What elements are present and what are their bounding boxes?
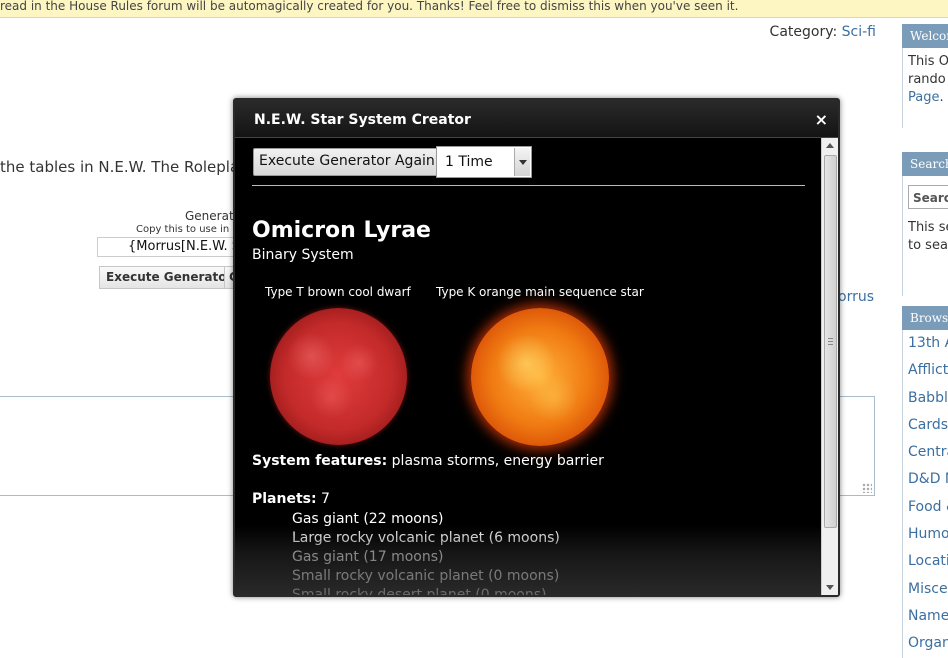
search-body: Search This se to sear [902, 176, 948, 296]
notice-text: read in the House Rules forum will be au… [0, 0, 739, 13]
times-select[interactable]: 1 Time [436, 146, 532, 178]
list-item: Large rocky volcanic planet (6 moons) [292, 530, 560, 546]
browse-item[interactable]: Miscella [908, 576, 948, 603]
browse-item[interactable]: Cards & [908, 412, 948, 439]
dialog-title: N.E.W. Star System Creator [254, 112, 471, 128]
execute-again-button[interactable]: Execute Generator Again [253, 148, 441, 176]
star-system-dialog: N.E.W. Star System Creator × Execute Gen… [233, 98, 840, 597]
star-label: Type T brown cool dwarf [265, 285, 411, 299]
chevron-down-icon[interactable] [514, 148, 530, 176]
generator-label: Generat [185, 209, 234, 223]
resize-grip-icon[interactable] [862, 483, 872, 493]
generator-code-input[interactable]: {Morrus[N.E.W. S [97, 237, 237, 257]
planets-label: Planets: [252, 491, 317, 507]
category-line: Category: Sci-fi [770, 24, 876, 40]
orange-star-image [471, 308, 609, 446]
browse-item[interactable]: Names [908, 603, 948, 630]
planets-heading: Planets: 7 [252, 491, 330, 507]
browse-item[interactable]: Babble [908, 385, 948, 412]
star-label: Type K orange main sequence star [436, 285, 644, 299]
search-heading: Search [902, 152, 948, 176]
planets-count: 7 [321, 491, 330, 507]
welcome-heading: Welcom [902, 24, 948, 48]
copy-label: Copy this to use in a [136, 224, 239, 235]
dismissable-notice[interactable]: read in the House Rules forum will be au… [0, 0, 948, 18]
category-label: Category: [769, 24, 838, 40]
browse-item[interactable]: Organi [908, 630, 948, 657]
welcome-body: This O rando Page. [902, 48, 948, 128]
planet-list: Gas giant (22 moons) Large rocky volcani… [292, 510, 560, 595]
list-item: Small rocky desert planet (0 moons) [292, 587, 547, 595]
system-name: Omicron Lyrae [252, 218, 431, 243]
intro-text: the tables in N.E.W. The Rolepla [0, 158, 240, 176]
list-item: Gas giant (22 moons) [292, 511, 444, 527]
divider [252, 185, 805, 186]
brown-dwarf-star-image [270, 308, 407, 445]
features-value: plasma storms, energy barrier [391, 453, 604, 469]
browse-item[interactable]: D&D N [908, 466, 948, 493]
browse-item[interactable]: Afflictio [908, 357, 948, 384]
browse-list: 13th A Afflictio Babble Cards & Centra D… [902, 330, 948, 658]
sidebar: Welcom This O rando Page. Search Search … [902, 24, 948, 658]
scroll-thumb[interactable] [824, 155, 837, 528]
browse-item[interactable]: Food & [908, 494, 948, 521]
system-features: System features: plasma storms, energy b… [252, 453, 604, 469]
times-selected-value: 1 Time [445, 154, 493, 170]
list-item: Gas giant (17 moons) [292, 549, 444, 565]
system-type: Binary System [252, 247, 354, 263]
execute-generator-button[interactable]: Execute Generator [99, 266, 240, 289]
dialog-scrollbar[interactable] [821, 138, 838, 595]
browse-heading: Browse [902, 306, 948, 330]
welcome-line2: rando [908, 72, 946, 87]
browse-item[interactable]: 13th A [908, 330, 948, 357]
welcome-page-link[interactable]: Page [908, 90, 939, 105]
scroll-down-icon[interactable] [822, 579, 838, 595]
list-item: Small rocky volcanic planet (0 moons) [292, 568, 560, 584]
welcome-period: . [939, 90, 944, 105]
search-line2: to sear [908, 238, 948, 253]
features-label: System features: [252, 453, 388, 469]
browse-item[interactable]: Centra [908, 439, 948, 466]
dialog-titlebar[interactable]: N.E.W. Star System Creator × [235, 100, 838, 138]
welcome-line1: This O [908, 54, 948, 69]
close-icon[interactable]: × [815, 110, 828, 129]
browse-item[interactable]: Locatio [908, 548, 948, 575]
browse-item[interactable]: Humou [908, 521, 948, 548]
author-link[interactable]: orrus [838, 289, 874, 305]
dialog-body: Execute Generator Again 1 Time Omicron L… [235, 138, 821, 595]
sidebar-search-input[interactable]: Search [908, 185, 948, 209]
scroll-up-icon[interactable] [822, 138, 838, 154]
grip-icon [828, 338, 833, 345]
category-link[interactable]: Sci-fi [842, 24, 876, 40]
search-line1: This se [908, 220, 948, 235]
